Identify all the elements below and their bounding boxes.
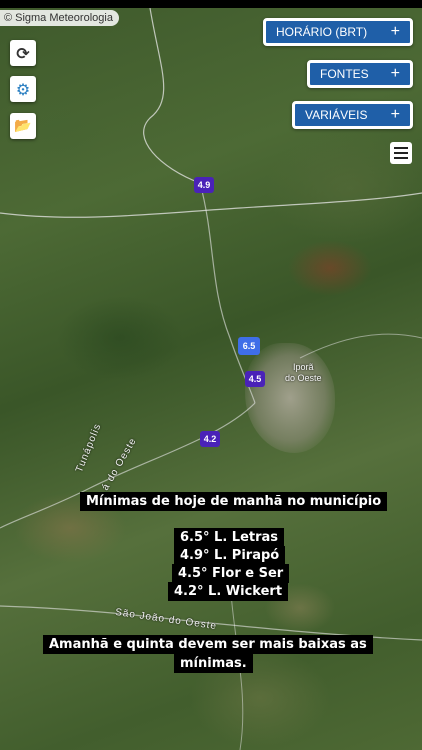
folder-icon: 📂 <box>14 118 32 134</box>
caption-line: 4.2° L. Wickert <box>168 582 289 601</box>
horario-button[interactable]: HORÁRIO (BRT) + <box>263 18 413 46</box>
caption-footer-line1: Amanhã e quinta devem ser mais baixas as <box>43 635 373 654</box>
hamburger-menu-button[interactable] <box>390 142 412 164</box>
credit-text: Sigma Meteorologia <box>15 12 113 24</box>
menu-icon-bar <box>394 157 408 159</box>
plus-icon: + <box>390 65 400 82</box>
station-marker[interactable]: 4.5 <box>245 371 265 387</box>
town-label: Iporã do Oeste <box>285 362 322 384</box>
variaveis-label: VARIÁVEIS <box>305 108 368 122</box>
refresh-button[interactable]: ⟳ <box>10 40 36 66</box>
map-credit[interactable]: © Sigma Meteorologia <box>0 10 119 26</box>
station-marker[interactable]: 6.5 <box>238 337 260 355</box>
variaveis-button[interactable]: VARIÁVEIS + <box>292 101 413 129</box>
caption-line: 4.5° Flor e Ser <box>172 564 290 583</box>
town-label-line2: do Oeste <box>285 373 322 383</box>
plus-icon: + <box>390 23 400 40</box>
caption-headline: Mínimas de hoje de manhã no município <box>80 492 388 511</box>
fontes-button[interactable]: FONTES + <box>307 60 413 88</box>
open-folder-button[interactable]: 📂 <box>10 113 36 139</box>
station-marker[interactable]: 4.2 <box>200 431 220 447</box>
menu-icon-bar <box>394 152 408 154</box>
caption-footer-line2: mínimas. <box>174 654 253 673</box>
gear-icon: ⚙ <box>15 79 31 99</box>
menu-icon-bar <box>394 147 408 149</box>
refresh-icon: ⟳ <box>16 43 30 63</box>
fontes-label: FONTES <box>320 67 369 81</box>
caption-line: 4.9° L. Pirapó <box>174 546 286 565</box>
copyright-symbol: © <box>4 12 13 24</box>
station-marker[interactable]: 4.9 <box>194 177 214 193</box>
horario-label: HORÁRIO (BRT) <box>276 25 368 39</box>
plus-icon: + <box>390 106 400 123</box>
caption-line: 6.5° L. Letras <box>174 528 285 547</box>
town-label-line1: Iporã <box>293 362 314 372</box>
settings-button[interactable]: ⚙ <box>10 76 36 102</box>
